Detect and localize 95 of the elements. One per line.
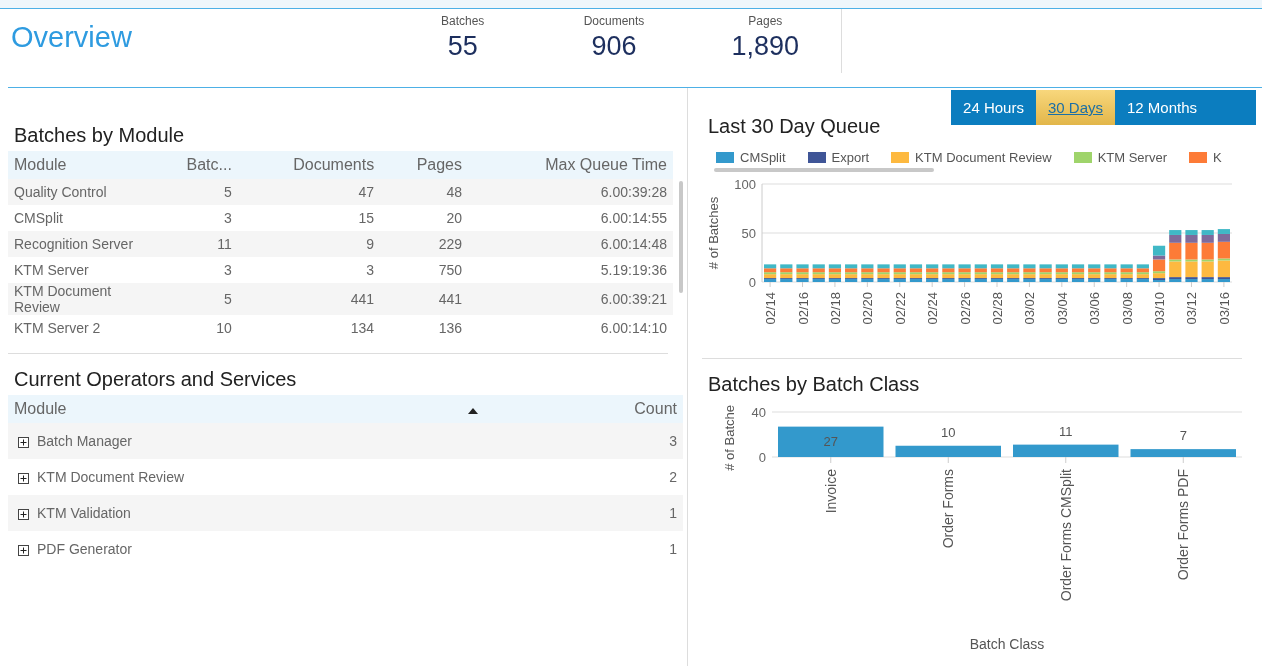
axis-tick-label: 100 [734, 177, 756, 192]
column-header[interactable]: Module [8, 151, 150, 179]
table-cell: 6.00:39:21 [468, 283, 673, 315]
table-cell: 11 [150, 231, 238, 257]
table-cell: 15 [237, 205, 381, 231]
axis-tick-label: 02/24 [925, 292, 941, 325]
table-cell: KTM Server 2 [8, 315, 150, 341]
table-cell: 136 [380, 315, 468, 341]
table-cell: 47 [237, 179, 381, 205]
table-cell: 6.00:14:48 [468, 231, 673, 257]
table-cell: Batch Manager [37, 433, 132, 449]
axis-tick-label: 02/20 [860, 292, 876, 325]
axis-title: Batch Class [969, 636, 1045, 652]
stat-label: Batches [441, 14, 485, 28]
data-label: 11 [1059, 423, 1073, 439]
table-cell: 6.00:14:55 [468, 205, 673, 231]
table-cell: 229 [380, 231, 468, 257]
table-cell: 750 [380, 257, 468, 283]
column-header[interactable]: Module [8, 395, 447, 423]
axis-tick-label: 02/26 [957, 292, 973, 325]
table-cell: Quality Control [8, 179, 150, 205]
axis-tick-label: 02/16 [795, 292, 811, 325]
section-title: Last 30 Day Queue [708, 115, 882, 138]
table-cell: 441 [380, 283, 468, 315]
legend-label: KTM Server [1097, 150, 1167, 165]
axis-tick-label: 03/12 [1184, 292, 1200, 325]
table-cell: 1 [498, 531, 683, 567]
table-cell: 134 [237, 315, 381, 341]
section-title: Batches by Module [14, 124, 186, 147]
table-cell: 6.00:39:28 [468, 179, 673, 205]
table-cell: KTM Validation [37, 505, 131, 521]
data-label: 27 [823, 433, 838, 449]
axis-tick-label: Order Forms PDF [1175, 469, 1192, 581]
column-header[interactable]: Documents [237, 151, 381, 179]
table-cell: KTM Document Review [8, 283, 150, 315]
legend-label: K [1213, 150, 1222, 165]
table-cell: 5 [150, 179, 238, 205]
page-title: Overview [10, 20, 133, 54]
axis-title: # of Batche [722, 405, 737, 471]
table-cell: 20 [380, 205, 468, 231]
stat-label: Documents [583, 14, 645, 28]
range-tab[interactable]: 24 Hours [951, 90, 1036, 125]
axis-tick-label: 03/10 [1152, 292, 1168, 325]
table-cell: KTM Document Review [37, 469, 185, 485]
axis-tick-label: 02/14 [763, 292, 779, 325]
range-tab[interactable]: 30 Days [1035, 90, 1115, 125]
axis-tick-label: 03/08 [1119, 292, 1135, 325]
stat-value: 906 [591, 31, 637, 62]
stat-value: 1,890 [731, 31, 800, 62]
axis-tick-label: 02/18 [827, 292, 843, 325]
table-cell: 9 [237, 231, 381, 257]
axis-tick-label: 03/02 [1022, 292, 1038, 325]
table-cell: 48 [380, 179, 468, 205]
axis-tick-label: 02/28 [990, 292, 1005, 325]
table-cell: 1 [498, 495, 683, 531]
legend-label: KTM Document Review [915, 150, 1052, 165]
stat-value: 55 [447, 31, 478, 62]
data-label: 10 [941, 424, 956, 440]
table-cell: 2 [498, 459, 683, 495]
axis-tick-label: Order Forms CMSplit [1057, 469, 1074, 602]
axis-tick-label: 0 [758, 450, 766, 465]
legend-label: Export [831, 150, 870, 165]
table-cell: 3 [150, 205, 238, 231]
table-cell: 5 [150, 283, 238, 315]
table-cell: 5.19:19:36 [468, 257, 673, 283]
table-cell: PDF Generator [37, 541, 132, 557]
table-cell: 3 [498, 423, 683, 459]
axis-tick-label: 50 [741, 226, 756, 241]
table-cell: KTM Server [8, 257, 150, 283]
section-title: Batches by Batch Class [708, 373, 921, 396]
section-title: Current Operators and Services [14, 368, 298, 391]
axis-tick-label: 03/04 [1054, 292, 1070, 325]
axis-tick-label: 03/16 [1216, 292, 1232, 325]
column-header[interactable]: Batc... [150, 151, 238, 179]
column-header[interactable]: Max Queue Time [468, 151, 673, 179]
axis-tick-label: 02/22 [892, 292, 908, 325]
table-cell: 3 [237, 257, 381, 283]
table-cell: 10 [150, 315, 238, 341]
stat-label: Pages [748, 14, 783, 28]
axis-tick-label: 0 [748, 275, 756, 290]
table-cell: 3 [150, 257, 238, 283]
table-cell: 6.00:14:10 [468, 315, 673, 341]
table-cell: Recognition Server [8, 231, 150, 257]
axis-tick-label: 40 [751, 405, 766, 420]
axis-title: # of Batches [706, 196, 721, 270]
column-header[interactable]: Pages [380, 151, 468, 179]
column-header[interactable]: Count [498, 395, 683, 423]
data-label: 7 [1179, 428, 1187, 444]
range-tab[interactable]: 12 Months [1115, 90, 1256, 125]
axis-tick-label: Invoice [822, 469, 839, 514]
legend-label: CMSplit [740, 150, 786, 165]
table-cell: 441 [237, 283, 381, 315]
axis-tick-label: Order Forms [940, 469, 957, 549]
axis-tick-label: 03/06 [1087, 292, 1103, 325]
table-cell: CMSplit [8, 205, 150, 231]
